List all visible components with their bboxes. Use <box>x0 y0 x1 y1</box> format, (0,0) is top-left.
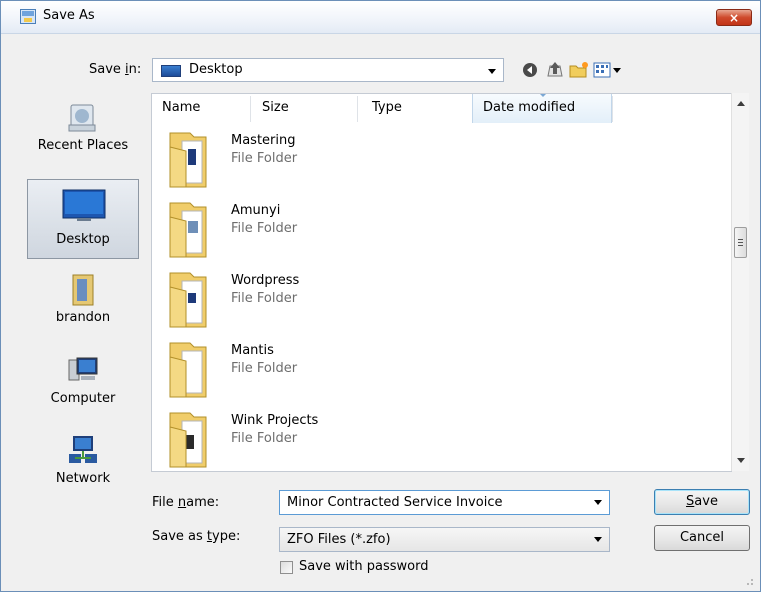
file-name: Amunyi <box>231 203 281 218</box>
column-header-type[interactable]: Type <box>362 94 472 123</box>
file-type: File Folder <box>231 291 298 306</box>
folder-icon <box>169 412 207 468</box>
folder-icon <box>169 202 207 258</box>
file-type: File Folder <box>231 361 298 376</box>
grip-line <box>738 239 743 240</box>
save-as-type-value: ZFO Files (*.zfo) <box>287 532 391 547</box>
place-label: Desktop <box>56 232 110 247</box>
file-name-label: File name: <box>152 495 220 510</box>
place-label: brandon <box>55 310 111 325</box>
save-as-type-dropdown[interactable]: ZFO Files (*.zfo) <box>279 527 610 552</box>
list-item[interactable]: Mastering File Folder <box>160 125 700 191</box>
place-network[interactable]: Network <box>27 426 139 496</box>
user-folder-icon <box>72 274 94 306</box>
folder-icon <box>169 132 207 188</box>
save-in-label: Save in: <box>89 62 142 77</box>
grip-line <box>738 245 743 246</box>
save-in-value: Desktop <box>189 62 243 77</box>
cancel-button[interactable]: Cancel <box>654 525 750 551</box>
list-item[interactable]: Wink Projects File Folder <box>160 405 700 471</box>
file-type: File Folder <box>231 151 298 166</box>
title-bar[interactable]: Save As × <box>1 1 760 34</box>
views-menu-icon[interactable] <box>592 58 628 82</box>
save-with-password-checkbox[interactable] <box>280 561 293 574</box>
file-name-value: Minor Contracted Service Invoice <box>287 495 503 510</box>
file-type: File Folder <box>231 221 298 236</box>
scroll-up-icon[interactable] <box>737 101 745 106</box>
save-in-dropdown[interactable]: Desktop <box>152 58 504 82</box>
dialog-title: Save As <box>43 8 95 23</box>
folder-icon <box>169 342 207 398</box>
close-icon: × <box>728 11 740 25</box>
file-name-input[interactable]: Minor Contracted Service Invoice <box>279 490 610 515</box>
column-header-name[interactable]: Name <box>152 94 250 123</box>
place-brandon[interactable]: brandon <box>27 265 139 335</box>
scrollbar-thumb[interactable] <box>734 227 747 258</box>
recent-places-icon <box>68 104 96 132</box>
place-desktop[interactable]: Desktop <box>27 179 139 259</box>
file-name: Mantis <box>231 343 274 358</box>
vertical-scrollbar[interactable] <box>731 93 749 471</box>
file-list[interactable]: Name Size Type Date modified Mastering F… <box>151 93 732 472</box>
place-label: Recent Places <box>37 138 129 153</box>
file-name: Wordpress <box>231 273 300 288</box>
chevron-down-icon <box>488 69 496 74</box>
list-item[interactable]: Wordpress File Folder <box>160 265 700 331</box>
place-recent-places[interactable]: Recent Places <box>27 93 139 163</box>
file-name: Wink Projects <box>231 413 319 428</box>
place-label: Computer <box>50 391 116 406</box>
grip-line <box>738 242 743 243</box>
sort-indicator-icon <box>539 94 547 97</box>
up-folder-icon[interactable] <box>544 58 566 82</box>
chevron-down-icon[interactable] <box>594 500 602 505</box>
computer-icon <box>68 357 98 381</box>
file-type: File Folder <box>231 431 298 446</box>
list-item[interactable]: Amunyi File Folder <box>160 195 700 261</box>
column-divider <box>612 96 613 122</box>
desktop-icon <box>62 189 106 221</box>
folder-icon <box>169 272 207 328</box>
scroll-down-icon[interactable] <box>737 458 745 463</box>
column-divider <box>357 96 358 122</box>
save-button[interactable]: Save <box>654 489 750 515</box>
save-with-password-label: Save with password <box>299 559 429 574</box>
save-dialog-icon <box>20 9 36 24</box>
list-item[interactable]: Mantis File Folder <box>160 335 700 401</box>
file-name: Mastering <box>231 133 296 148</box>
new-folder-icon[interactable] <box>568 58 590 82</box>
place-computer[interactable]: Computer <box>27 346 139 416</box>
place-label: Network <box>55 471 111 486</box>
back-icon[interactable] <box>519 58 541 82</box>
save-as-dialog: Save As × Save in: Desktop Recent Places… <box>0 0 761 592</box>
save-as-type-label: Save as type: <box>152 529 241 544</box>
network-icon <box>69 436 97 463</box>
close-button[interactable]: × <box>716 9 752 26</box>
column-header-size[interactable]: Size <box>252 94 357 123</box>
column-divider <box>250 96 251 122</box>
chevron-down-icon <box>594 537 602 542</box>
places-bar: Recent Places Desktop brandon Computer N… <box>11 93 141 493</box>
desktop-small-icon <box>161 65 181 77</box>
column-header-date-modified[interactable]: Date modified <box>472 94 612 123</box>
